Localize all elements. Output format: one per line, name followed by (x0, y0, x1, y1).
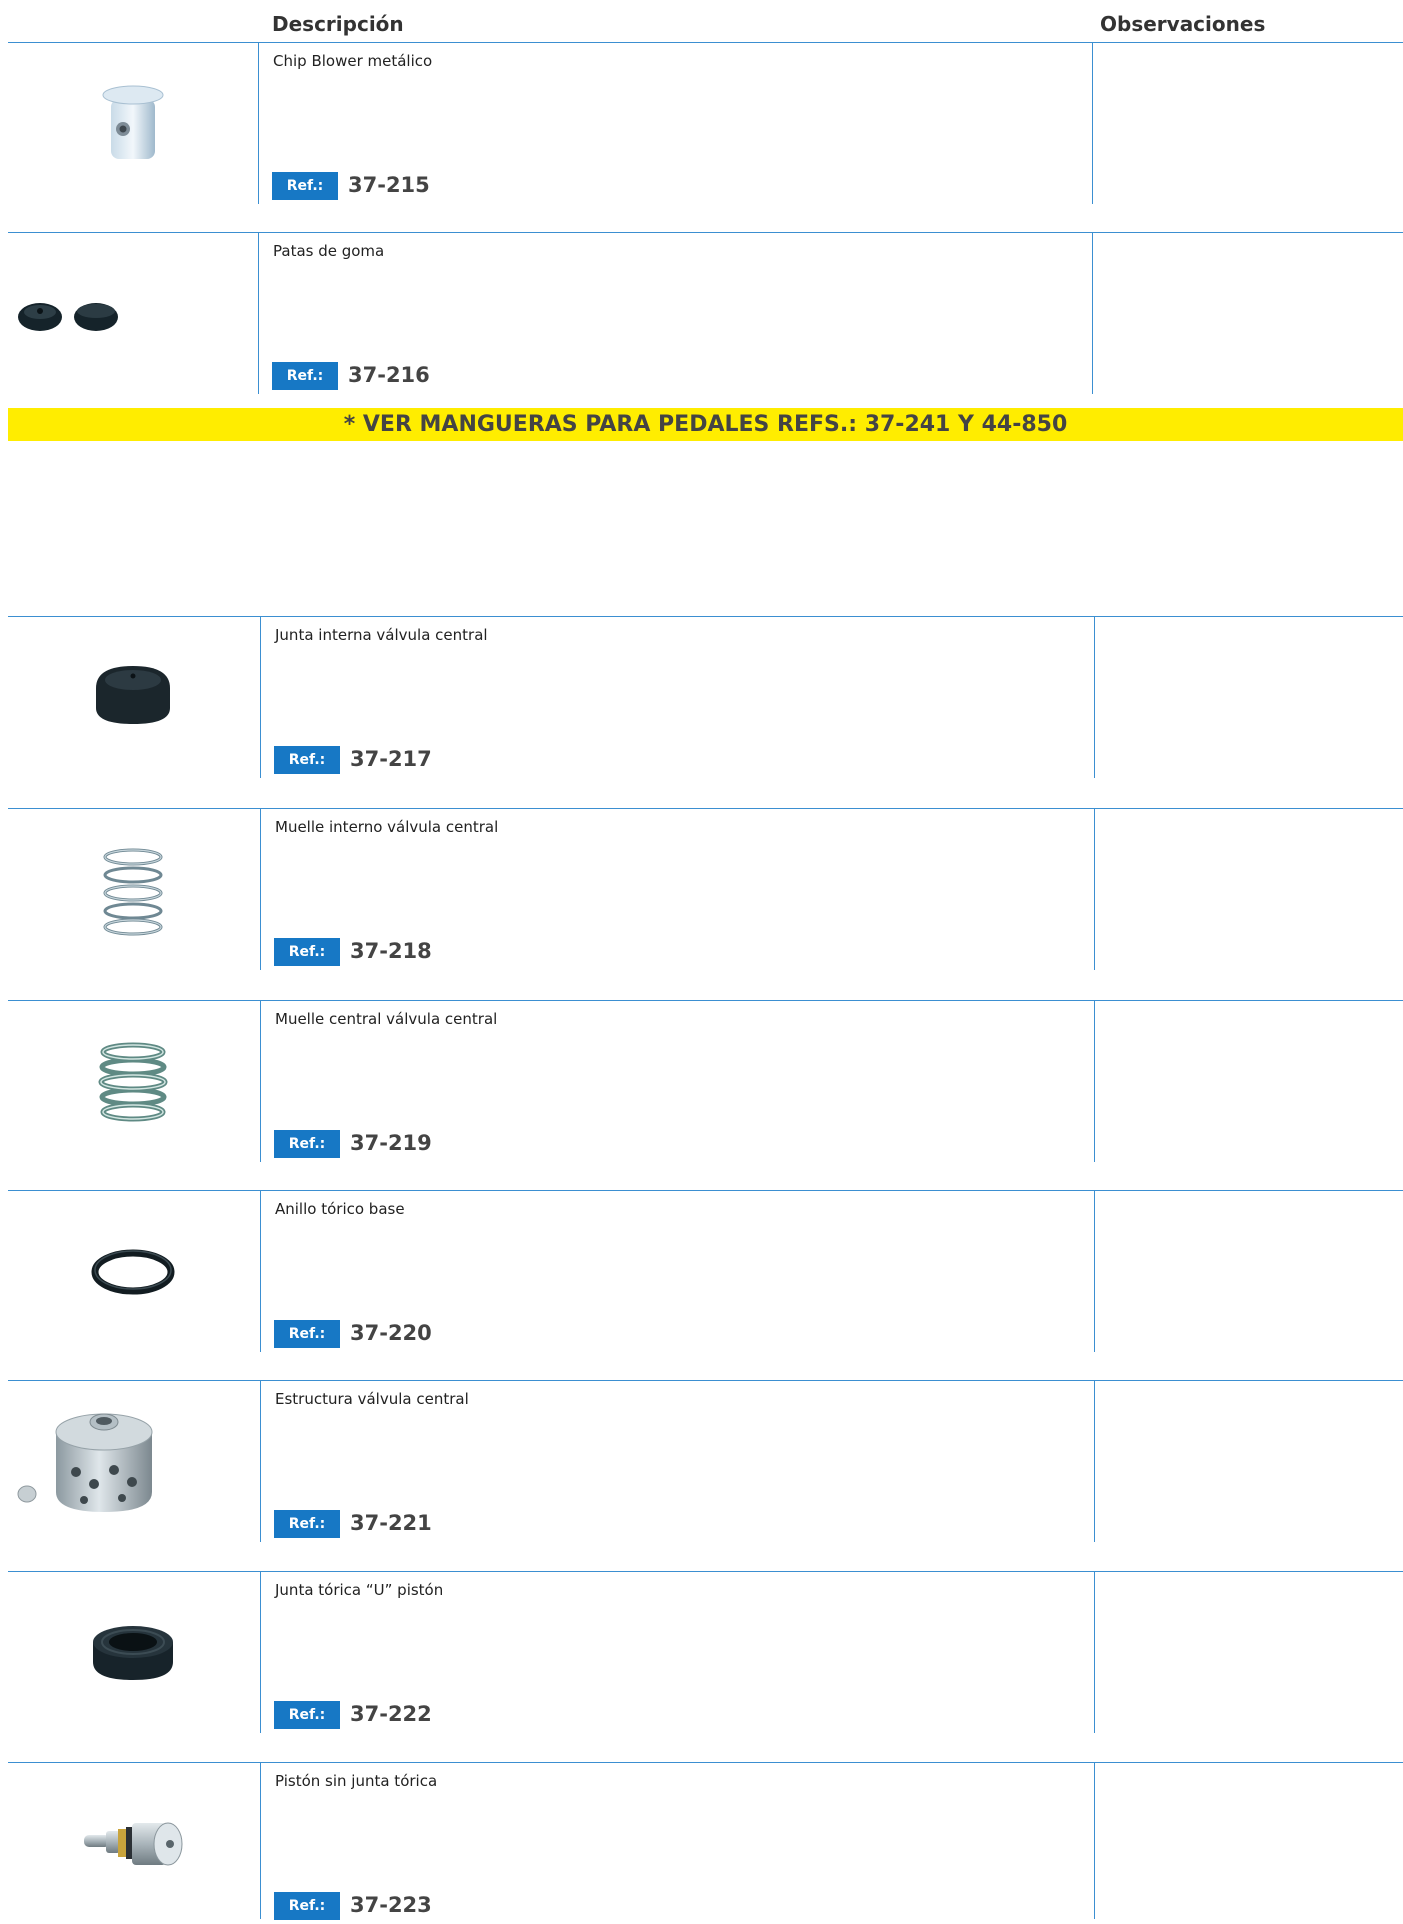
product-image (8, 618, 258, 778)
item-description: Junta interna válvula central (275, 626, 488, 644)
chip-blower-icon (102, 85, 164, 159)
ref-badge: Ref.: (274, 746, 340, 774)
ref-number: 37-217 (350, 747, 432, 771)
rubber-feet-icon (18, 303, 118, 331)
column-divider (260, 1190, 261, 1352)
ref-badge: Ref.: (274, 1701, 340, 1729)
product-image (8, 1573, 258, 1733)
ref-number: 37-216 (348, 363, 430, 387)
product-image (8, 1002, 258, 1162)
column-divider (260, 1000, 261, 1162)
column-header-description: Descripción (272, 12, 404, 36)
table-row: Anillo tórico base Ref.: 37-220 (0, 1190, 1403, 1352)
column-divider (1092, 42, 1093, 204)
column-divider (260, 1762, 261, 1919)
table-row: Muelle central válvula central Ref.: 37-… (0, 1000, 1403, 1162)
column-divider (1092, 232, 1093, 394)
ref-badge: Ref.: (274, 938, 340, 966)
column-divider (1094, 1190, 1095, 1352)
column-divider (260, 808, 261, 970)
column-divider (1094, 1762, 1095, 1919)
ref-number: 37-218 (350, 939, 432, 963)
ref-badge: Ref.: (274, 1320, 340, 1348)
product-image (8, 810, 258, 970)
ref-number: 37-219 (350, 1131, 432, 1155)
item-description: Muelle interno válvula central (275, 818, 499, 836)
table-row: Muelle interno válvula central Ref.: 37-… (0, 808, 1403, 970)
valve-body-icon (17, 1413, 153, 1512)
ref-number: 37-222 (350, 1702, 432, 1726)
spring-thick-icon (98, 1042, 168, 1121)
product-image (8, 1764, 258, 1924)
column-divider (260, 1380, 261, 1542)
ref-badge: Ref.: (274, 1130, 340, 1158)
table-row: Estructura válvula central Ref.: 37-221 (0, 1380, 1403, 1542)
column-divider (258, 232, 259, 394)
item-description: Junta tórica “U” pistón (275, 1581, 444, 1599)
ref-number: 37-223 (350, 1893, 432, 1917)
item-description: Estructura válvula central (275, 1390, 469, 1408)
ref-badge: Ref.: (274, 1892, 340, 1920)
column-divider (1094, 616, 1095, 778)
column-divider (1094, 1571, 1095, 1733)
notice-banner: * VER MANGUERAS PARA PEDALES REFS.: 37-2… (8, 408, 1403, 441)
ref-number: 37-215 (348, 173, 430, 197)
table-header: Descripción Observaciones (0, 0, 1403, 42)
item-description: Muelle central válvula central (275, 1010, 498, 1028)
table-row: Junta tórica “U” pistón Ref.: 37-222 (0, 1571, 1403, 1733)
ref-number: 37-220 (350, 1321, 432, 1345)
o-ring-icon (91, 1249, 175, 1295)
column-divider (1094, 1000, 1095, 1162)
table-row: Junta interna válvula central Ref.: 37-2… (0, 616, 1403, 778)
column-divider (260, 616, 261, 778)
table-row: Pistón sin junta tórica Ref.: 37-223 (0, 1762, 1403, 1920)
item-description: Pistón sin junta tórica (275, 1772, 438, 1790)
product-image (8, 44, 258, 204)
rubber-cap-icon (96, 666, 170, 724)
product-image (8, 1382, 264, 1542)
product-image (8, 234, 268, 394)
table-row: Chip Blower metálico Ref.: 37-215 (0, 42, 1403, 204)
u-seal-icon (93, 1626, 173, 1680)
column-divider (258, 42, 259, 204)
item-description: Chip Blower metálico (273, 52, 433, 70)
piston-icon (84, 1822, 183, 1866)
ref-badge: Ref.: (272, 362, 338, 390)
column-header-observations: Observaciones (1100, 12, 1266, 36)
ref-number: 37-221 (350, 1511, 432, 1535)
spring-thin-icon (103, 848, 163, 935)
ref-badge: Ref.: (274, 1510, 340, 1538)
table-row: Patas de goma Ref.: 37-216 (0, 232, 1403, 394)
product-image (8, 1192, 258, 1352)
item-description: Anillo tórico base (275, 1200, 405, 1218)
column-divider (1094, 808, 1095, 970)
ref-badge: Ref.: (272, 172, 338, 200)
item-description: Patas de goma (273, 242, 385, 260)
column-divider (260, 1571, 261, 1733)
column-divider (1094, 1380, 1095, 1542)
